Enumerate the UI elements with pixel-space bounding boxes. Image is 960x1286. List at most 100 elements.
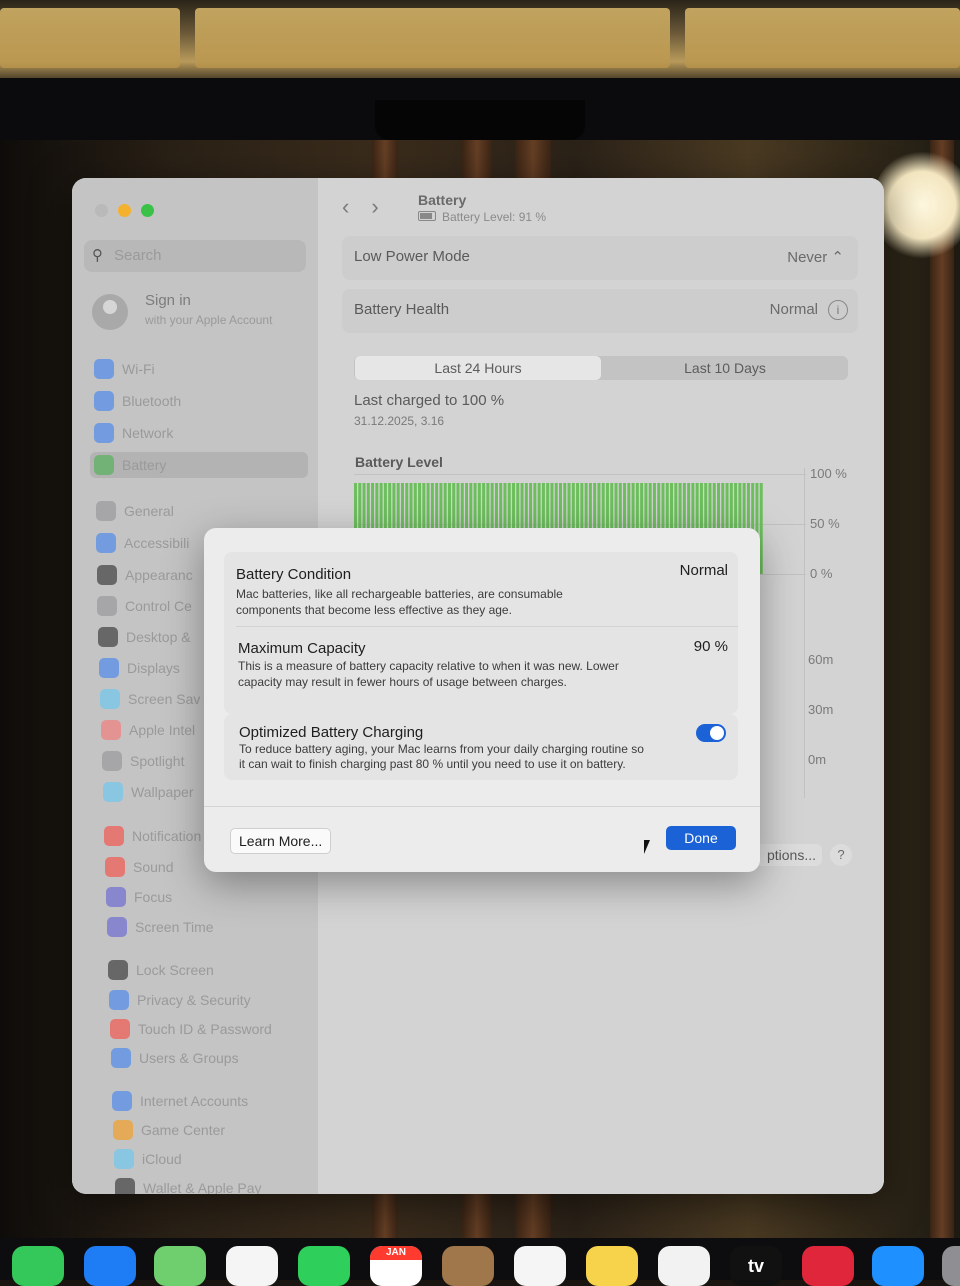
- sidebar-item-touch-id-password[interactable]: Touch ID & Password: [106, 1016, 324, 1042]
- signin-title: Sign in: [145, 292, 191, 309]
- contacts-icon[interactable]: [442, 1246, 494, 1286]
- battery-tick-0: 0 %: [810, 566, 833, 581]
- desktop-icon: [98, 627, 118, 647]
- background-desk: [0, 0, 960, 82]
- calendar-icon[interactable]: JAN: [370, 1246, 422, 1286]
- usage-tick-30m: 30m: [808, 702, 834, 717]
- spotlight-icon: [102, 751, 122, 771]
- background-box: [685, 8, 960, 68]
- optimized-charging-card: Optimized Battery Charging To reduce bat…: [224, 714, 738, 780]
- last-charged-text: Last charged to 100 %: [354, 392, 505, 409]
- time-range-segmented-control: Last 24 Hours Last 10 Days: [354, 356, 848, 380]
- notifications-icon: [104, 826, 124, 846]
- tv-icon[interactable]: tv: [730, 1246, 782, 1286]
- search-icon: ⚲: [92, 247, 103, 264]
- low-power-mode-row: Low Power Mode Never ⌃: [342, 236, 858, 280]
- at-icon: [112, 1091, 132, 1111]
- photos-icon[interactable]: [226, 1246, 278, 1286]
- sidebar-item-internet-accounts[interactable]: Internet Accounts: [108, 1088, 326, 1114]
- maximum-capacity-desc-2: capacity may result in fewer hours of us…: [238, 675, 567, 689]
- sidebar-item-label: iCloud: [142, 1151, 182, 1167]
- notes-icon[interactable]: [586, 1246, 638, 1286]
- battery-bar: [759, 483, 763, 574]
- low-power-mode-select[interactable]: Never ⌃: [787, 248, 844, 266]
- signin-subtitle: with your Apple Account: [145, 313, 273, 327]
- settings-icon[interactable]: [942, 1246, 960, 1286]
- tree-trunk: [930, 140, 954, 1250]
- game-center-icon: [113, 1120, 133, 1140]
- sidebar-item-label: Screen Sav: [128, 691, 201, 707]
- help-button[interactable]: ?: [830, 844, 852, 866]
- sidebar-item-label: Lock Screen: [136, 962, 214, 978]
- sidebar-item-label: Sound: [133, 859, 174, 875]
- sidebar-item-focus[interactable]: Focus: [102, 884, 320, 910]
- sidebar-item-general[interactable]: General: [92, 498, 310, 524]
- sidebar-item-label: Wi-Fi: [122, 361, 155, 377]
- minimize-window-button[interactable]: [118, 204, 131, 217]
- done-button[interactable]: Done: [666, 826, 736, 850]
- chart-axis-line: [804, 468, 805, 798]
- sidebar-item-label: Privacy & Security: [137, 992, 251, 1008]
- sidebar-item-wallet-apple-pay[interactable]: Wallet & Apple Pay: [111, 1175, 329, 1194]
- sidebar-item-label: Internet Accounts: [140, 1093, 249, 1109]
- battery-condition-value: Normal: [679, 562, 728, 579]
- sidebar-item-wi-fi[interactable]: Wi-Fi: [90, 356, 308, 382]
- optimized-charging-toggle[interactable]: [696, 724, 726, 742]
- avatar: [92, 294, 128, 330]
- search-field[interactable]: ⚲ Search: [84, 240, 306, 272]
- sidebar-item-bluetooth[interactable]: Bluetooth: [90, 388, 308, 414]
- battery-level-text: Battery Level: 91 %: [442, 210, 547, 224]
- tab-last-24-hours[interactable]: Last 24 Hours: [355, 356, 601, 380]
- screen-time-icon: [107, 917, 127, 937]
- health-info-card: Battery Condition Normal Mac batteries, …: [224, 552, 738, 714]
- sidebar-item-icloud[interactable]: iCloud: [110, 1146, 328, 1172]
- sheet-footer-divider: [204, 806, 760, 807]
- battery-tick-100: 100 %: [810, 466, 847, 481]
- card-divider: [236, 626, 738, 627]
- sidebar-item-game-center[interactable]: Game Center: [109, 1117, 327, 1143]
- apple-account-signin[interactable]: Sign in with your Apple Account: [92, 290, 312, 342]
- sidebar-item-lock-screen[interactable]: Lock Screen: [104, 957, 322, 983]
- learn-more-button[interactable]: Learn More...: [230, 828, 332, 854]
- mail-icon[interactable]: [84, 1246, 136, 1286]
- music-icon[interactable]: [802, 1246, 854, 1286]
- maps-icon[interactable]: [154, 1246, 206, 1286]
- low-power-mode-label: Low Power Mode: [354, 248, 470, 265]
- apple-intelligence-icon: [101, 720, 121, 740]
- app-store-icon[interactable]: [872, 1246, 924, 1286]
- page-title: Battery: [418, 192, 467, 208]
- forward-arrow-icon[interactable]: ›: [371, 194, 378, 219]
- sidebar-item-privacy-security[interactable]: Privacy & Security: [105, 987, 323, 1013]
- reminders-icon[interactable]: [514, 1246, 566, 1286]
- lock-icon: [108, 960, 128, 980]
- sidebar-item-label: Users & Groups: [139, 1050, 239, 1066]
- background-box: [195, 8, 670, 68]
- last-charged-date: 31.12.2025, 3.16: [354, 414, 445, 428]
- zoom-window-button[interactable]: [141, 204, 154, 217]
- sidebar-item-label: Desktop &: [126, 629, 191, 645]
- facetime-icon[interactable]: [298, 1246, 350, 1286]
- sidebar-item-label: Focus: [134, 889, 173, 905]
- close-window-button[interactable]: [95, 204, 108, 217]
- battery-condition-desc-1: Mac batteries, like all rechargeable bat…: [236, 587, 563, 601]
- sidebar-item-label: Apple Intel: [129, 722, 196, 738]
- back-arrow-icon[interactable]: ‹: [342, 194, 349, 219]
- focus-icon: [106, 887, 126, 907]
- wallet-icon: [115, 1178, 135, 1194]
- battery-health-label: Battery Health: [354, 301, 450, 318]
- messages-icon[interactable]: [12, 1246, 64, 1286]
- sidebar-item-label: Appearanc: [125, 567, 193, 583]
- sidebar-item-battery[interactable]: Battery: [90, 452, 308, 478]
- sidebar-item-label: Control Ce: [125, 598, 192, 614]
- background-box: [0, 8, 180, 68]
- freeform-icon[interactable]: [658, 1246, 710, 1286]
- options-button[interactable]: ptions...: [756, 844, 822, 866]
- users-icon: [111, 1048, 131, 1068]
- sidebar-item-screen-time[interactable]: Screen Time: [103, 914, 321, 940]
- sidebar-item-label: Wallet & Apple Pay: [143, 1180, 262, 1194]
- sidebar-item-network[interactable]: Network: [90, 420, 308, 446]
- info-icon[interactable]: i: [828, 300, 848, 320]
- sidebar-item-users-groups[interactable]: Users & Groups: [107, 1045, 325, 1071]
- tab-last-10-days[interactable]: Last 10 Days: [602, 356, 848, 380]
- battery-health-row: Battery Health Normal i: [342, 289, 858, 333]
